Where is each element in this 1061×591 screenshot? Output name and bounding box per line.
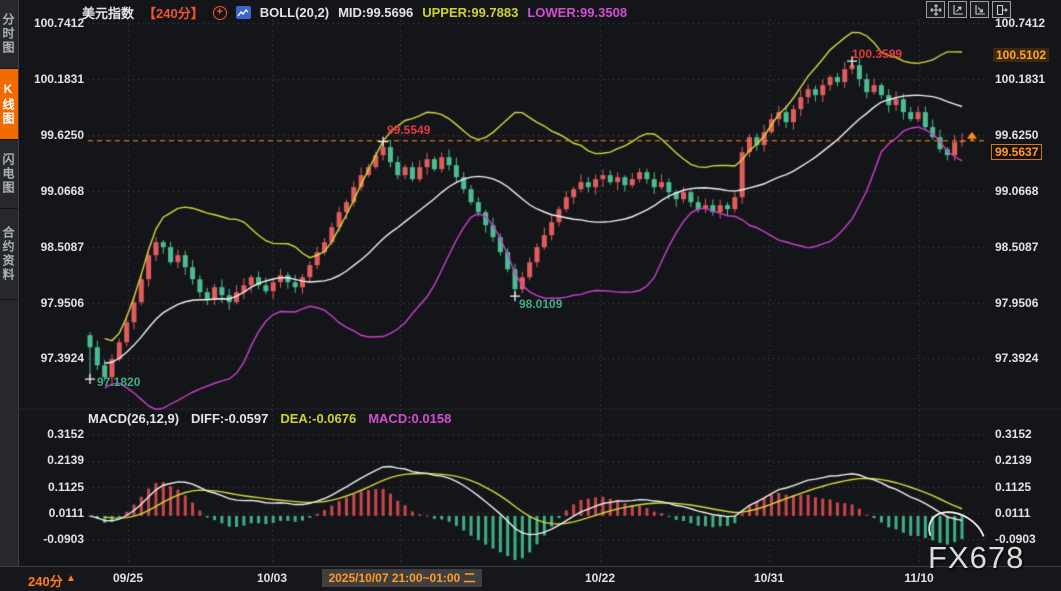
chart-style-icon[interactable]	[236, 6, 251, 19]
macd-tick-left: 0.0111	[20, 506, 84, 520]
price-tick-right: 97.3924	[995, 351, 1038, 365]
macd-diff: DIFF:-0.0597	[191, 411, 268, 426]
price-tick-left: 100.7412	[20, 16, 84, 30]
price-tick-right: 100.1831	[995, 72, 1045, 86]
price-tick-right: 100.7412	[995, 16, 1045, 30]
macd-tick-left: 0.1125	[20, 480, 84, 494]
price-tick-left: 98.5087	[20, 240, 84, 254]
price-tick-left: 97.9506	[20, 296, 84, 310]
swing-low-annotation: 98.0109	[519, 297, 562, 311]
price-tick-right: 98.5087	[995, 240, 1038, 254]
period-high-label: 100.5102	[993, 48, 1049, 62]
boll-mid: MID:99.5696	[338, 5, 413, 20]
chart-legend: 美元指数 【240分】 + BOLL(20,2) MID:99.5696 UPP…	[82, 3, 627, 22]
date-tick: 10/31	[754, 571, 784, 585]
sidebar-item-contract-info[interactable]: 合约资料	[0, 209, 18, 300]
watermark-logo: FX678	[928, 540, 1024, 576]
crosshair-move-button[interactable]	[926, 1, 945, 18]
macd-name: MACD(26,12,9)	[88, 411, 179, 426]
price-tick-right: 99.6250	[995, 128, 1038, 142]
macd-macd: MACD:0.0158	[368, 411, 451, 426]
interval-label[interactable]: 【240分】	[143, 3, 204, 22]
price-tick-left: 97.3924	[20, 351, 84, 365]
date-tick: 09/25	[113, 571, 143, 585]
symbol-name: 美元指数	[82, 3, 134, 22]
current-price-label: 99.5637	[991, 144, 1042, 160]
price-tick-left: 99.6250	[20, 128, 84, 142]
price-tick-left: 100.1831	[20, 72, 84, 86]
boll-upper: UPPER:99.7883	[422, 5, 518, 20]
chart-type-sidebar: 分时图 K线图 闪电图 合约资料	[0, 0, 19, 566]
macd-legend: MACD(26,12,9) DIFF:-0.0597 DEA:-0.0676 M…	[88, 411, 451, 426]
price-tick-left: 99.0668	[20, 184, 84, 198]
add-indicator-icon[interactable]: +	[213, 6, 227, 20]
chart-canvas[interactable]	[0, 0, 1061, 590]
macd-tick-right: 0.1125	[995, 480, 1031, 494]
price-tick-right: 99.0668	[995, 184, 1038, 198]
zoom-axis-in-button[interactable]	[948, 1, 967, 18]
macd-tick-right: 0.2139	[995, 453, 1032, 467]
macd-tick-left: -0.0903	[20, 532, 84, 546]
macd-tick-right: 0.3152	[995, 427, 1032, 441]
period-high-annotation: 100.3599	[852, 47, 902, 61]
interval-selector[interactable]: 240分	[28, 571, 63, 590]
price-tick-right: 97.9506	[995, 296, 1038, 310]
macd-tick-right: 0.0111	[995, 506, 1030, 520]
macd-dea: DEA:-0.0676	[280, 411, 356, 426]
crosshair-date-readout: 2025/10/07 21:00~01:00 二	[322, 569, 482, 587]
time-axis-bar: 240分 ▲ 09/25 10/03 2025/10/07 21:00~01:0…	[0, 566, 1061, 591]
sidebar-item-kline-chart[interactable]: K线图	[0, 69, 18, 140]
date-tick: 10/03	[257, 571, 287, 585]
sidebar-item-lightning-chart[interactable]: 闪电图	[0, 140, 18, 209]
interval-arrow-icon[interactable]: ▲	[66, 573, 76, 584]
sidebar-item-time-chart[interactable]: 分时图	[0, 0, 18, 69]
period-low-annotation: 97.1820	[97, 375, 140, 389]
macd-tick-left: 0.2139	[20, 453, 84, 467]
boll-lower: LOWER:99.3508	[527, 5, 627, 20]
date-tick: 10/22	[585, 571, 615, 585]
boll-label: BOLL(20,2)	[260, 5, 329, 20]
macd-tick-left: 0.3152	[20, 427, 84, 441]
zoom-axis-out-button[interactable]	[970, 1, 989, 18]
swing-high-annotation: 99.5549	[387, 123, 430, 137]
